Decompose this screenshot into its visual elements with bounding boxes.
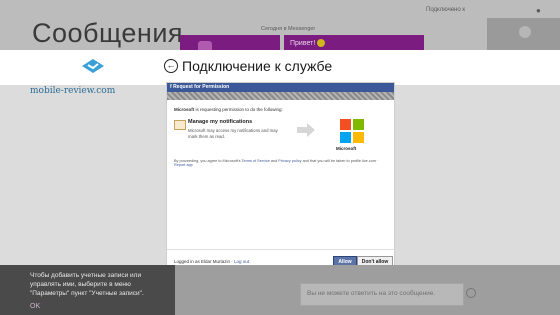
terms-suffix: and that you will be taken to profile.li… <box>301 159 379 163</box>
back-button[interactable]: ← <box>164 59 178 73</box>
permission-title: Manage my notifications <box>188 119 253 125</box>
permission-panel: f Request for Permission Microsoft is re… <box>166 82 395 272</box>
arrow-tail <box>297 127 307 133</box>
reply-input[interactable]: Вы не можете ответить на это сообщение. <box>300 283 464 306</box>
notice-text: Чтобы добавить учетные записи или управл… <box>30 272 144 297</box>
logo-square-red <box>340 119 351 130</box>
message-text: Привет! <box>290 39 326 47</box>
facebook-header-text: f Request for Permission <box>170 84 230 90</box>
facebook-header: f Request for Permission <box>167 83 394 92</box>
smiley-icon <box>317 39 326 47</box>
reply-placeholder: Вы не можете ответить на это сообщение. <box>307 290 436 297</box>
watermark-text: mobile-review.com <box>30 86 116 96</box>
arrow-right-icon <box>307 123 315 137</box>
report-app-link[interactable]: Report app <box>174 163 193 167</box>
dialog-title: Подключение к службе <box>182 58 333 74</box>
app-title: Сообщения <box>32 18 184 48</box>
people-icon: ● <box>536 6 541 15</box>
message-meta: Сегодня в Messenger <box>261 26 316 32</box>
request-line: Microsoft is requesting permission to do… <box>174 107 283 112</box>
request-app-name: Microsoft <box>174 107 195 112</box>
message-body: Привет! <box>290 39 316 47</box>
terms-text: By proceeding, you agree to Microsoft's … <box>174 159 389 167</box>
privacy-link[interactable]: Privacy policy <box>278 159 301 163</box>
logged-in-text: Logged in as Eldar Murtazin · <box>174 259 235 264</box>
watermark-logo-icon <box>82 59 104 73</box>
loading-stripe <box>167 92 394 100</box>
arrow-left-icon: ← <box>166 60 176 70</box>
logo-square-yellow <box>353 132 364 143</box>
logout-link[interactable]: Log out <box>234 259 249 264</box>
app-name: Microsoft <box>336 146 357 151</box>
request-title: Request for Permission <box>173 84 230 90</box>
emoji-icon[interactable] <box>466 288 476 298</box>
notification-icon <box>174 120 186 130</box>
status-label: Подключено к <box>426 7 465 13</box>
ok-link[interactable]: OK <box>30 303 40 310</box>
microsoft-logo-icon <box>340 119 364 143</box>
logo-square-green <box>353 119 364 130</box>
request-text: is requesting permission to do the follo… <box>194 107 283 112</box>
accounts-notice: Чтобы добавить учетные записи или управл… <box>0 265 175 315</box>
terms-link[interactable]: Terms of Service <box>242 159 270 163</box>
logo-square-blue <box>340 132 351 143</box>
logged-in-line: Logged in as Eldar Murtazin · Log out <box>174 259 249 264</box>
permission-description: Microsoft may access my notifications an… <box>188 128 278 139</box>
